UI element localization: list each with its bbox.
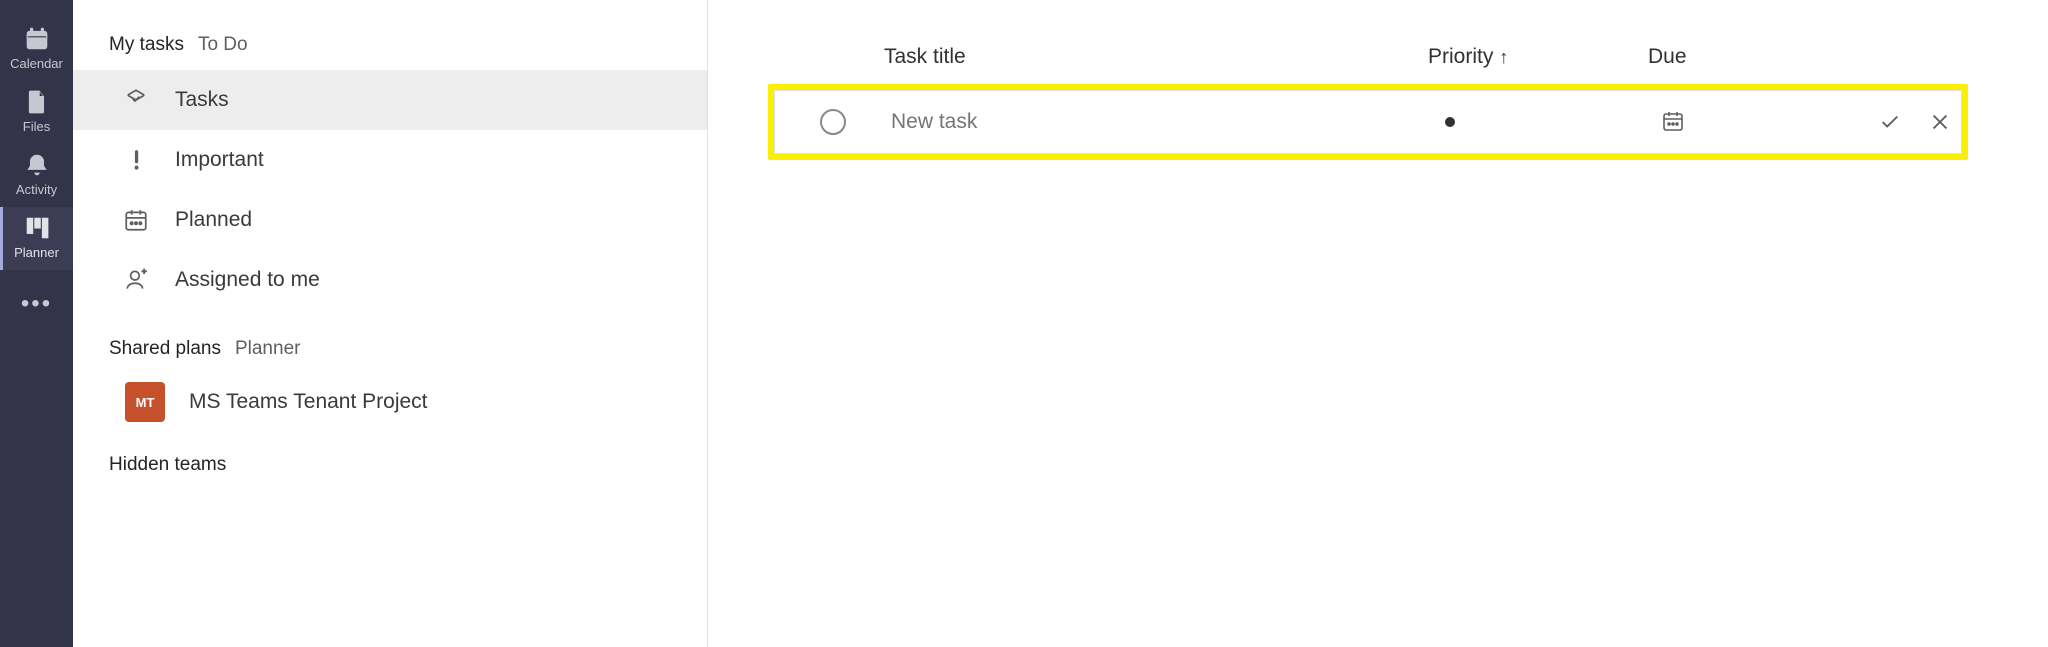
nav-group-title: Shared plans xyxy=(109,338,221,360)
column-header-due[interactable]: Due xyxy=(1648,45,1848,69)
close-icon[interactable] xyxy=(1929,111,1951,133)
rail-item-planner[interactable]: Planner xyxy=(0,207,73,270)
new-task-highlight xyxy=(768,84,1968,160)
rail-item-files[interactable]: Files xyxy=(0,81,73,144)
nav-item-tasks[interactable]: Tasks xyxy=(73,70,707,130)
planner-icon xyxy=(24,215,50,241)
nav-group-sub: To Do xyxy=(198,34,248,56)
plan-avatar: MT xyxy=(125,382,165,422)
nav-hidden-teams[interactable]: Hidden teams xyxy=(73,430,707,476)
priority-dot-icon xyxy=(1445,117,1455,127)
nav-item-important[interactable]: Important xyxy=(73,130,707,190)
nav-item-label: Assigned to me xyxy=(175,268,320,292)
nav-item-assigned[interactable]: Assigned to me xyxy=(73,250,707,310)
task-complete-checkbox[interactable] xyxy=(820,109,846,135)
nav-group-sub: Planner xyxy=(235,338,301,360)
rail-item-activity[interactable]: Activity xyxy=(0,144,73,207)
new-task-row xyxy=(774,90,1962,154)
plan-label: MS Teams Tenant Project xyxy=(189,390,428,414)
nav-group-my-tasks: My tasks To Do xyxy=(73,34,707,70)
nav-item-label: Tasks xyxy=(175,88,229,112)
task-due-cell[interactable] xyxy=(1641,109,1841,136)
planned-icon xyxy=(121,207,151,233)
important-icon xyxy=(121,147,151,173)
rail-item-calendar[interactable]: Calendar xyxy=(0,18,73,81)
new-task-title-input[interactable] xyxy=(891,110,1421,134)
tasks-icon xyxy=(121,87,151,113)
rail-more-button[interactable]: ••• xyxy=(0,280,73,328)
nav-item-planned[interactable]: Planned xyxy=(73,190,707,250)
column-header-priority-label: Priority xyxy=(1428,45,1493,68)
files-icon xyxy=(24,89,50,115)
main-area: Task title Priority ↑ Due xyxy=(708,0,2048,647)
nav-group-shared-plans: Shared plans Planner xyxy=(73,310,707,374)
nav-item-label: Important xyxy=(175,148,264,172)
plan-item[interactable]: MT MS Teams Tenant Project xyxy=(73,374,707,430)
calendar-picker-icon xyxy=(1661,109,1685,133)
sort-ascending-icon: ↑ xyxy=(1499,47,1508,67)
task-complete-cell xyxy=(775,109,891,135)
rail-label-files: Files xyxy=(23,119,50,134)
column-header-title[interactable]: Task title xyxy=(768,45,1428,69)
rail-label-calendar: Calendar xyxy=(10,56,63,71)
rail-label-activity: Activity xyxy=(16,182,57,197)
calendar-icon xyxy=(24,26,50,52)
rail-label-planner: Planner xyxy=(14,245,59,260)
column-header-priority[interactable]: Priority ↑ xyxy=(1428,45,1648,69)
assigned-icon xyxy=(121,267,151,293)
bell-icon xyxy=(24,152,50,178)
app-rail: Calendar Files Activity Planner ••• xyxy=(0,0,73,647)
confirm-icon[interactable] xyxy=(1879,111,1901,133)
task-priority-cell[interactable] xyxy=(1421,114,1641,130)
column-header-row: Task title Priority ↑ Due xyxy=(768,30,1968,84)
nav-panel: My tasks To Do Tasks Important Planned xyxy=(73,0,708,647)
nav-group-title: My tasks xyxy=(109,34,184,56)
nav-item-label: Planned xyxy=(175,208,252,232)
